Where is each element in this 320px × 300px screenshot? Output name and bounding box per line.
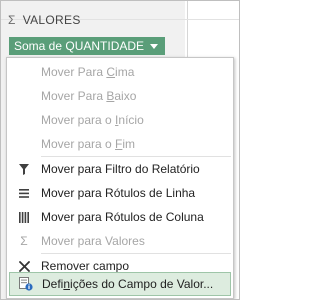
menu-item-move-to-end[interactable]: Mover para o Fim (7, 132, 233, 156)
dropdown-arrow-icon[interactable] (150, 43, 158, 49)
menu-item-move-to-beginning[interactable]: Mover para o Início (7, 108, 233, 132)
menu-item-label: Mover para Rótulos de Linha (41, 186, 196, 200)
menu-icon-slot (7, 132, 41, 156)
menu-item-label: Mover Para Baixo (41, 89, 137, 103)
menu-item-label: Mover Para Cima (41, 65, 135, 79)
field-context-menu: Mover Para Cima Mover Para Baixo Mover p… (6, 57, 234, 299)
menu-item-move-to-report-filter[interactable]: Mover para Filtro do Relatório (7, 157, 233, 181)
menu-item-move-to-values[interactable]: Σ Mover para Valores (7, 229, 233, 253)
menu-item-label: Mover para o Início (41, 113, 144, 127)
field-settings-icon (10, 272, 42, 296)
menu-item-label: Mover para Filtro do Relatório (41, 162, 200, 176)
menu-icon-slot (7, 108, 41, 132)
field-chip-label: Soma de QUANTIDADE (14, 39, 145, 53)
filter-icon (7, 157, 41, 181)
rows-icon (7, 181, 41, 205)
columns-icon (7, 205, 41, 229)
value-field-chip[interactable]: Soma de QUANTIDADE (9, 37, 165, 55)
sigma-icon: Σ (20, 234, 28, 248)
menu-item-move-up[interactable]: Mover Para Cima (7, 60, 233, 84)
menu-item-value-field-settings[interactable]: Definições do Campo de Valor... (9, 272, 231, 296)
menu-item-label: Mover para o Fim (41, 137, 136, 151)
menu-item-move-down[interactable]: Mover Para Baixo (7, 84, 233, 108)
menu-item-move-to-column-labels[interactable]: Mover para Rótulos de Coluna (7, 205, 233, 229)
sigma-icon: Σ (8, 13, 16, 27)
menu-item-move-to-row-labels[interactable]: Mover para Rótulos de Linha (7, 181, 233, 205)
menu-icon-slot (7, 60, 41, 84)
menu-item-label: Mover para Valores (41, 234, 145, 248)
menu-item-label: Mover para Rótulos de Coluna (41, 210, 204, 224)
values-section-title: VALORES (22, 13, 81, 27)
pivot-field-list-window: Σ VALORES Soma de QUANTIDADE Mover Para … (0, 0, 240, 300)
menu-icon-slot (7, 84, 41, 108)
menu-item-label: Definições do Campo de Valor... (42, 277, 214, 291)
menu-item-label: Remover campo (41, 259, 130, 273)
values-section-header: Σ VALORES (8, 12, 81, 28)
